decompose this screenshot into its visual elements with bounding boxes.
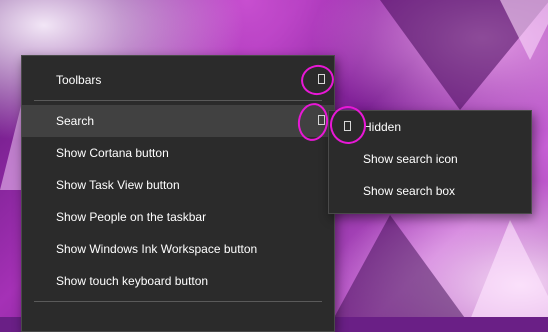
menu-item-show-people[interactable]: Show People on the taskbar bbox=[22, 201, 334, 233]
menu-item-label: Toolbars bbox=[56, 73, 102, 87]
submenu-item-label: Hidden bbox=[363, 120, 402, 134]
search-submenu: Hidden Show search icon Show search box bbox=[328, 110, 532, 214]
crystal-facet bbox=[470, 220, 548, 317]
chevron-right-icon bbox=[318, 115, 325, 125]
menu-item-show-task-view-button[interactable]: Show Task View button bbox=[22, 169, 334, 201]
chevron-right-icon bbox=[318, 74, 325, 84]
menu-item-show-windows-ink[interactable]: Show Windows Ink Workspace button bbox=[22, 233, 334, 265]
menu-item-label: Show Cortana button bbox=[56, 146, 169, 160]
crystal-facet bbox=[500, 0, 548, 60]
menu-item-label: Show Windows Ink Workspace button bbox=[56, 242, 258, 256]
menu-item-show-touch-keyboard[interactable]: Show touch keyboard button bbox=[22, 265, 334, 297]
menu-item-label: Search bbox=[56, 114, 95, 128]
submenu-item-hidden[interactable]: Hidden bbox=[329, 111, 531, 143]
menu-item-label: Show Task View button bbox=[56, 178, 180, 192]
menu-item-toolbars[interactable]: Toolbars bbox=[22, 64, 334, 96]
check-icon bbox=[344, 121, 351, 131]
menu-separator bbox=[34, 100, 322, 101]
menu-separator bbox=[34, 301, 322, 302]
menu-item-search[interactable]: Search bbox=[22, 105, 334, 137]
submenu-item-show-search-icon[interactable]: Show search icon bbox=[329, 143, 531, 175]
submenu-item-label: Show search icon bbox=[363, 152, 458, 166]
submenu-item-show-search-box[interactable]: Show search box bbox=[329, 175, 531, 207]
submenu-item-label: Show search box bbox=[363, 184, 456, 198]
menu-item-show-cortana-button[interactable]: Show Cortana button bbox=[22, 137, 334, 169]
menu-item-label: Show touch keyboard button bbox=[56, 274, 209, 288]
crystal-facet bbox=[330, 215, 470, 317]
menu-item-label: Show People on the taskbar bbox=[56, 210, 207, 224]
taskbar-context-menu: Toolbars Search Show Cortana button Show… bbox=[21, 55, 335, 332]
